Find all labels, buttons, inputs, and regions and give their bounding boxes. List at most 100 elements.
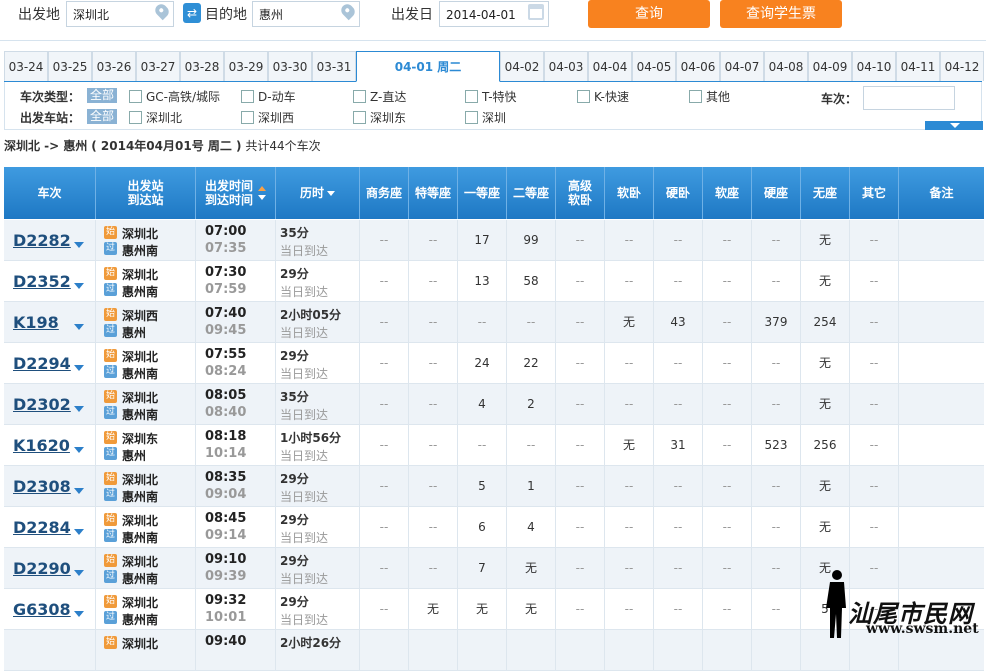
train-type-checkbox[interactable] [129, 90, 142, 103]
date-tab[interactable]: 03-25 [48, 51, 92, 81]
train-type-option[interactable]: Z-直达 [370, 88, 406, 105]
to-station: 惠州南 [122, 490, 159, 504]
from-station: 深圳北 [122, 227, 159, 241]
date-tab[interactable]: 04-09 [808, 51, 852, 81]
train-type-checkbox[interactable] [241, 90, 254, 103]
date-label: 出发日 [391, 7, 433, 23]
date-tab[interactable]: 03-26 [92, 51, 136, 81]
table-row[interactable]: K198 始过深圳西 惠州 07:40 09:45 2小时05分 当日到达 -- -- -- -- -… [4, 302, 984, 343]
date-tab[interactable]: 04-04 [588, 51, 632, 81]
train-type-option[interactable]: D-动车 [258, 88, 296, 105]
station-checkbox[interactable] [129, 111, 142, 124]
seat-cell: 无 [801, 384, 850, 424]
train-number-link[interactable]: K1620 [13, 436, 70, 455]
date-tab[interactable]: 04-10 [852, 51, 896, 81]
depart-time: 08:35 [205, 470, 247, 485]
expand-arrow-icon[interactable] [74, 488, 84, 494]
date-tab[interactable]: 04-01 周二 [356, 51, 500, 82]
date-tab[interactable]: 04-05 [632, 51, 676, 81]
station-checkbox[interactable] [465, 111, 478, 124]
train-type-checkbox[interactable] [353, 90, 366, 103]
date-tab[interactable]: 04-02 [500, 51, 544, 81]
expand-arrow-icon[interactable] [74, 283, 84, 289]
seat-cell: 无 [605, 302, 654, 342]
station-checkbox[interactable] [353, 111, 366, 124]
station-option[interactable]: 深圳北 [146, 109, 182, 126]
table-row[interactable]: D2294 始过深圳北 惠州南 07:55 08:24 29分 当日到达 -- -- 24 22 --… [4, 343, 984, 384]
train-type-checkbox[interactable] [689, 90, 702, 103]
expand-arrow-icon[interactable] [74, 242, 84, 248]
expand-toggle[interactable] [925, 121, 983, 130]
date-tab[interactable]: 03-27 [136, 51, 180, 81]
table-row[interactable]: K1620 始过深圳东 惠州 08:18 10:14 1小时56分 当日到达 -- -- -- --… [4, 425, 984, 466]
station-checkbox[interactable] [241, 111, 254, 124]
col-duration[interactable]: 历时 [276, 167, 360, 219]
station-option[interactable]: 深圳 [482, 109, 506, 126]
train-number-link[interactable]: D2308 [13, 477, 71, 496]
table-row[interactable]: D2302 始过深圳北 惠州南 08:05 08:40 35分 当日到达 -- -- 4 2 -- --… [4, 384, 984, 425]
seat-cell: -- [703, 507, 752, 547]
date-tab[interactable]: 04-11 [896, 51, 940, 81]
train-type-option[interactable]: 其他 [706, 88, 730, 105]
expand-arrow-icon[interactable] [74, 406, 84, 412]
station-all[interactable]: 全部 [87, 109, 118, 124]
station-option[interactable]: 深圳西 [258, 109, 294, 126]
date-tab[interactable]: 04-12 [940, 51, 984, 81]
sort-down-icon[interactable] [327, 190, 335, 196]
date-tab[interactable]: 04-06 [676, 51, 720, 81]
expand-arrow-icon[interactable] [74, 611, 84, 617]
seat-cell: -- [703, 548, 752, 588]
swap-icon[interactable]: ⇄ [183, 3, 201, 23]
train-number-link[interactable]: D2284 [13, 518, 71, 537]
table-row[interactable]: D2284 始过深圳北 惠州南 08:45 09:14 29分 当日到达 -- -- 6 4 -- --… [4, 507, 984, 548]
from-station: 深圳北 [122, 637, 159, 651]
train-type-checkbox[interactable] [465, 90, 478, 103]
date-tab[interactable]: 04-03 [544, 51, 588, 81]
expand-arrow-icon[interactable] [74, 365, 84, 371]
seat-cell: -- [703, 384, 752, 424]
seat-cell [752, 630, 801, 670]
arrive-time: 08:40 [205, 405, 247, 420]
train-number-link[interactable]: D2290 [13, 559, 71, 578]
train-type-all[interactable]: 全部 [87, 88, 118, 103]
calendar-icon[interactable] [528, 4, 544, 20]
table-row[interactable]: D2282 始过深圳北 惠州南 07:00 07:35 35分 当日到达 -- -- 17 99 --… [4, 220, 984, 261]
expand-arrow-icon[interactable] [74, 570, 84, 576]
seat-cell: 22 [507, 343, 556, 383]
pass-station-icon: 过 [104, 324, 117, 337]
date-tab[interactable]: 03-29 [224, 51, 268, 81]
station-option[interactable]: 深圳东 [370, 109, 406, 126]
train-number-link[interactable]: D2294 [13, 354, 71, 373]
pass-station-icon: 过 [104, 529, 117, 542]
date-tab[interactable]: 03-30 [268, 51, 312, 81]
sort-up-icon[interactable] [258, 186, 266, 191]
date-tab[interactable]: 04-08 [764, 51, 808, 81]
train-type-option[interactable]: T-特快 [482, 88, 517, 105]
train-no-input[interactable] [863, 86, 955, 110]
seat-cell: -- [605, 261, 654, 301]
train-number-link[interactable]: K198 [13, 313, 59, 332]
student-ticket-button[interactable]: 查询学生票 [720, 0, 842, 28]
expand-arrow-icon[interactable] [74, 529, 84, 535]
train-number-link[interactable]: D2282 [13, 231, 71, 250]
from-station: 深圳北 [122, 391, 159, 405]
train-number-link[interactable]: G6308 [13, 600, 71, 619]
col-time[interactable]: 出发时间 到达时间 [196, 167, 276, 219]
sort-down-icon[interactable] [258, 195, 266, 200]
date-tab[interactable]: 03-24 [4, 51, 48, 81]
query-button[interactable]: 查询 [588, 0, 710, 28]
table-row[interactable]: D2308 始过深圳北 惠州南 08:35 09:04 29分 当日到达 -- -- 5 1 -- --… [4, 466, 984, 507]
train-number-link[interactable]: D2302 [13, 395, 71, 414]
train-type-checkbox[interactable] [577, 90, 590, 103]
train-number-link[interactable]: D2352 [13, 272, 71, 291]
expand-arrow-icon[interactable] [74, 324, 84, 330]
table-row[interactable]: D2352 始过深圳北 惠州南 07:30 07:59 29分 当日到达 -- -- 13 58 --… [4, 261, 984, 302]
date-tab[interactable]: 04-07 [720, 51, 764, 81]
date-tab[interactable]: 03-28 [180, 51, 224, 81]
expand-arrow-icon[interactable] [74, 447, 84, 453]
train-type-option[interactable]: K-快速 [594, 88, 629, 105]
date-tab[interactable]: 03-31 [312, 51, 356, 81]
train-type-option[interactable]: GC-高铁/城际 [146, 88, 220, 105]
to-station: 惠州南 [122, 572, 159, 586]
seat-cell: -- [654, 589, 703, 629]
